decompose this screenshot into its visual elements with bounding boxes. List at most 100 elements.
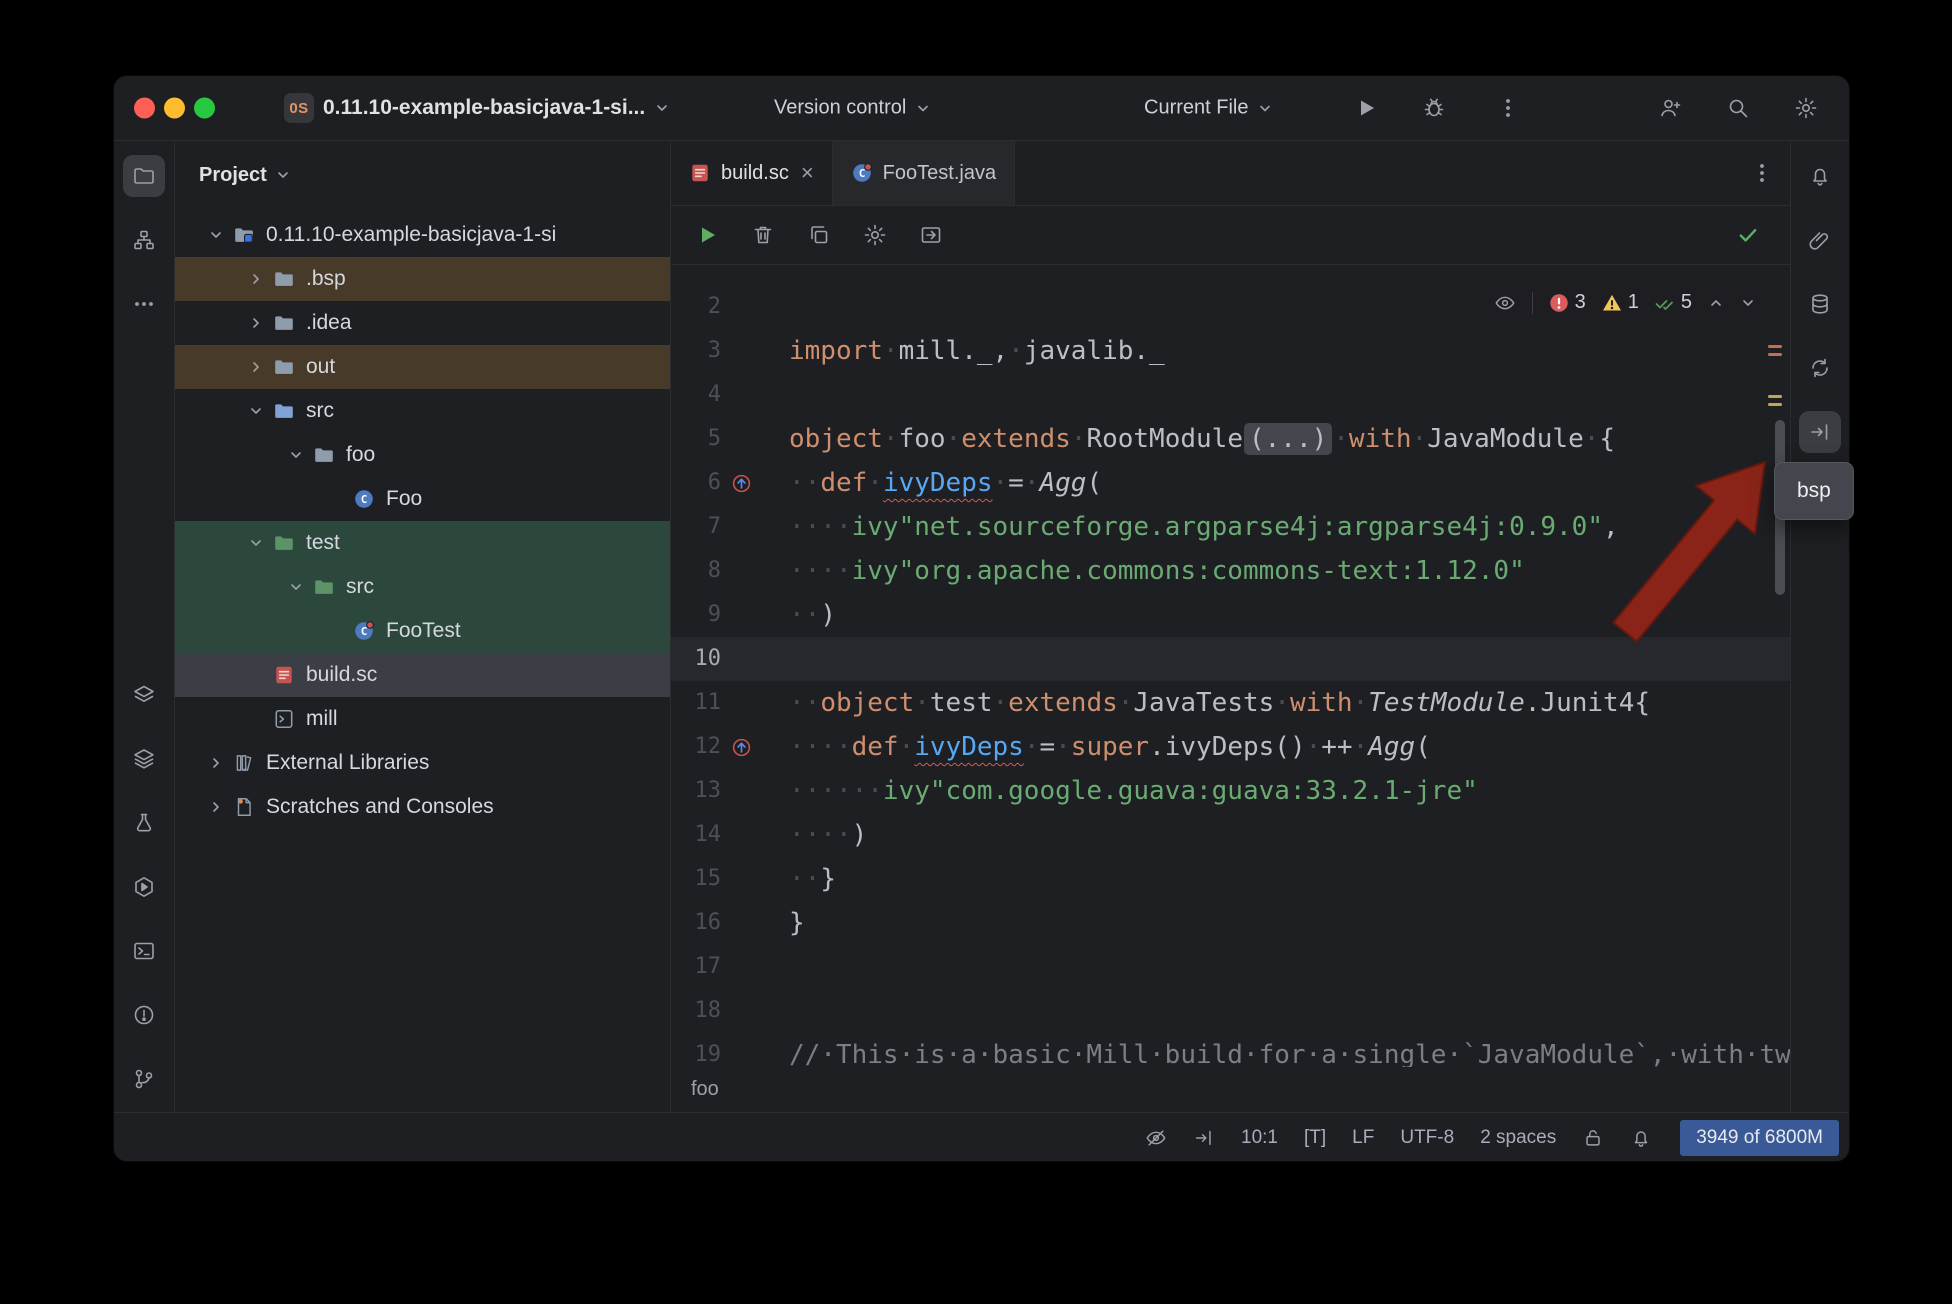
code-line-8[interactable]: 8····ivy"org.apache.commons:commons-text… [671,549,1790,593]
chevron-right-icon[interactable] [201,748,231,778]
tree-item-test[interactable]: test [175,521,670,565]
chevron-right-icon[interactable] [201,792,231,822]
tool-strip-notifications-button[interactable] [1799,155,1841,197]
chevron-down-icon[interactable] [281,572,311,602]
tree-item-build-sc[interactable]: build.sc [175,653,670,697]
code-line-9[interactable]: 9··) [671,593,1790,637]
run-configuration-selector[interactable]: Current File [1144,97,1273,120]
chevron-down-icon[interactable] [201,220,231,250]
error-stripe-mark[interactable] [1768,353,1782,356]
tree-item-foo[interactable]: foo [175,433,670,477]
code-line-11[interactable]: 11··object·test·extends·JavaTests·with·T… [671,681,1790,725]
tool-strip-project-folder-button[interactable] [123,155,165,197]
line-separator[interactable]: LF [1352,1127,1374,1149]
tool-strip-structure-button[interactable] [123,219,165,261]
code-line-19[interactable]: 19//·This·is·a·basic·Mill·build·for·a·si… [671,1033,1790,1067]
tab-build-sc[interactable]: build.sc× [671,141,833,205]
warning-stripe-mark[interactable] [1768,403,1782,406]
code-line-17[interactable]: 17 [671,945,1790,989]
warnings-badge[interactable]: 1 [1602,291,1639,314]
tree-item-foo[interactable]: CFoo [175,477,670,521]
tree-item-footest[interactable]: CFooTest [175,609,670,653]
tree-item-bsp[interactable]: .bsp [175,257,670,301]
tool-strip-bsp-button[interactable] [1799,411,1841,453]
tree-item-0-11-10-example-basicjava-1-si[interactable]: 0.11.10-example-basicjava-1-si [175,213,670,257]
type-flag[interactable]: [T] [1304,1127,1326,1149]
open-in-button[interactable] [919,223,943,247]
tab-footest-java[interactable]: CFooTest.java [833,141,1015,205]
code-line-13[interactable]: 13······ivy"com.google.guava:guava:33.2.… [671,769,1790,813]
tool-strip-build-button[interactable] [123,674,165,716]
tool-strip-mill-tool-button[interactable] [123,802,165,844]
code-with-me-button[interactable] [1658,96,1682,120]
tool-strip-terminal-button[interactable] [123,930,165,972]
prev-issue-button[interactable] [1708,295,1724,311]
chevron-down-icon[interactable] [241,528,271,558]
tree-item-idea[interactable]: .idea [175,301,670,345]
passed-badge[interactable]: 5 [1655,291,1692,314]
close-window-button[interactable] [134,98,155,119]
code-line-1[interactable]: ···· [671,265,1790,285]
code-line-6[interactable]: 6··def·ivyDeps·=·Agg( [671,461,1790,505]
preview-eye-icon[interactable] [1494,292,1516,314]
run-button[interactable] [695,223,719,247]
settings-button[interactable] [863,223,887,247]
override-gutter-icon[interactable] [721,461,761,505]
code-line-4[interactable]: 4 [671,373,1790,417]
tree-item-scratches-and-consoles[interactable]: Scratches and Consoles [175,785,670,829]
chevron-down-icon[interactable] [241,396,271,426]
indent-guide-icon[interactable] [1193,1127,1215,1149]
chevron-right-icon[interactable] [241,308,271,338]
close-icon[interactable]: × [801,162,814,184]
more-actions-button[interactable] [1496,96,1520,120]
readonly-toggle-icon[interactable] [1582,1127,1604,1149]
version-control-menu[interactable]: Version control [774,97,931,120]
error-stripe-mark[interactable] [1768,345,1782,348]
code-line-14[interactable]: 14····) [671,813,1790,857]
tab-options-kebab-icon[interactable] [1750,161,1774,185]
code-line-15[interactable]: 15··} [671,857,1790,901]
tree-item-src[interactable]: src [175,565,670,609]
code-line-7[interactable]: 7····ivy"net.sourceforge.argparse4j:argp… [671,505,1790,549]
errors-badge[interactable]: 3 [1549,291,1586,314]
notifications-bell-icon[interactable] [1630,1127,1652,1149]
next-issue-button[interactable] [1740,295,1756,311]
tool-strip-database-button[interactable] [1799,283,1841,325]
code-line-16[interactable]: 16} [671,901,1790,945]
tool-strip-services-button[interactable] [123,866,165,908]
tool-strip-dependencies-button[interactable] [123,738,165,780]
project-panel-header[interactable]: Project [175,141,670,197]
search-everywhere-button[interactable] [1726,96,1750,120]
indent-style[interactable]: 2 spaces [1480,1127,1556,1149]
chevron-right-icon[interactable] [241,264,271,294]
tool-strip-more-button[interactable] [123,283,165,325]
settings-button[interactable] [1794,96,1818,120]
code-line-5[interactable]: 5object·foo·extends·RootModule(...)·with… [671,417,1790,461]
tool-strip-sync-button[interactable] [1799,347,1841,389]
code-line-10[interactable]: 10 [671,637,1790,681]
memory-indicator[interactable]: 3949 of 6800M [1680,1120,1839,1156]
override-gutter-icon[interactable] [721,725,761,769]
run-button[interactable] [1354,96,1378,120]
copy-button[interactable] [807,223,831,247]
minimize-window-button[interactable] [164,98,185,119]
warning-stripe-mark[interactable] [1768,395,1782,398]
file-encoding[interactable]: UTF-8 [1400,1127,1454,1149]
tool-strip-problems-button[interactable] [123,994,165,1036]
tool-strip-ai-assistant-button[interactable] [1799,219,1841,261]
code-line-18[interactable]: 18 [671,989,1790,1033]
code-line-12[interactable]: 12····def·ivyDeps·=·super.ivyDeps()·++·A… [671,725,1790,769]
tree-item-mill[interactable]: mill [175,697,670,741]
caret-position[interactable]: 10:1 [1241,1127,1278,1149]
chevron-down-icon[interactable] [281,440,311,470]
delete-button[interactable] [751,223,775,247]
tool-strip-version-control-button[interactable] [123,1058,165,1100]
tree-item-src[interactable]: src [175,389,670,433]
highlighting-level-icon[interactable] [1145,1127,1167,1149]
project-selector[interactable]: 0S 0.11.10-example-basicjava-1-si... [284,93,670,123]
debug-button[interactable] [1422,96,1446,120]
code-editor[interactable]: ····23import·mill._,·javalib._45object·f… [671,265,1790,1067]
zoom-window-button[interactable] [194,98,215,119]
chevron-right-icon[interactable] [241,352,271,382]
code-line-3[interactable]: 3import·mill._,·javalib._ [671,329,1790,373]
